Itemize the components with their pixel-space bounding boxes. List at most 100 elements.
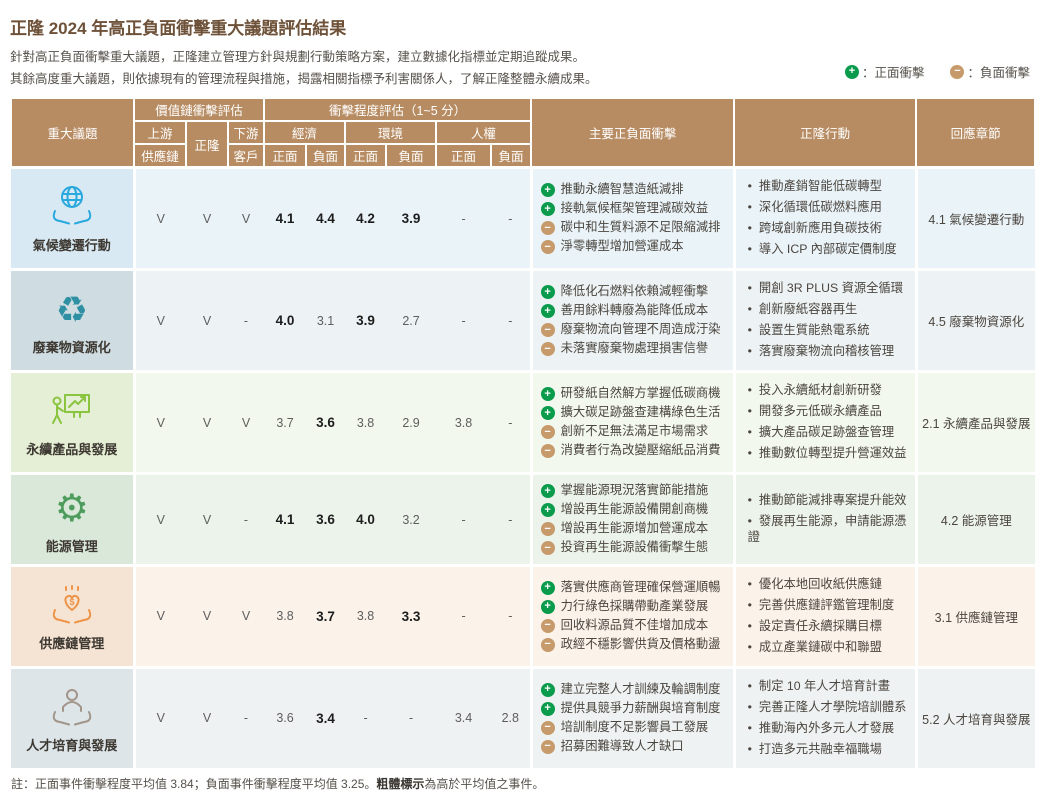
- bullet-icon: •: [748, 598, 752, 612]
- impact-item: + 接軌氣候框架管理減碳效益: [541, 201, 731, 217]
- impacts-cell: +建立完整人才訓練及輪調制度+提供具競爭力薪酬與培育制度−培訓制度不足影響員工發…: [531, 667, 734, 767]
- action-text: 優化本地回收紙供應鏈: [759, 577, 882, 591]
- col-header-impact-scale: 衝擊程度評估（1~5 分）: [264, 98, 531, 121]
- col-header-impacts: 主要正負面衝擊: [531, 98, 734, 168]
- positive-impact-icon: +: [541, 202, 555, 216]
- action-text: 開發多元低碳永續產品: [759, 404, 882, 418]
- action-text: 開創 3R PLUS 資源全循環: [759, 281, 903, 295]
- positive-impact-icon: +: [541, 503, 555, 517]
- impact-text: 廢棄物流向管理不周造成汙染: [561, 322, 721, 338]
- col-header-human-rights-negative: 負面: [491, 144, 531, 168]
- score-human-rights-negative: -: [491, 168, 531, 270]
- impact-item: +增設再生能源設備開創商機: [541, 502, 731, 518]
- score-environment-negative: 2.9: [386, 372, 436, 474]
- impacts-cell: + 落實供應商管理確保營運順暢 + 力行綠色採購帶動產業發展 −回收料源品質不佳增加成本…: [531, 566, 734, 668]
- table-row: ♻ 廢棄物資源化 V V - 4.0 3.1 3.9 2.7 - - +降低化石…: [11, 270, 1035, 372]
- value-chain-downstream-mark: -: [228, 474, 264, 566]
- score-environment-negative: 3.9: [386, 168, 436, 270]
- negative-impact-icon: −: [541, 240, 555, 254]
- impact-text: 增設再生能源增加營運成本: [561, 521, 709, 537]
- negative-impact-icon: −: [541, 444, 555, 458]
- actions-cell: •推動節能減排專案提升能效•發展再生能源，申請能源憑證: [734, 474, 916, 566]
- positive-impact-icon: +: [541, 600, 555, 614]
- action-text: 發展再生能源，申請能源憑證: [748, 514, 907, 544]
- action-item: • 開創 3R PLUS 資源全循環: [748, 281, 913, 297]
- action-text: 推動數位轉型提升營運效益: [759, 446, 907, 460]
- negative-impact-icon: −: [541, 740, 555, 754]
- bullet-icon: •: [748, 221, 752, 235]
- impact-text: 擴大碳足跡盤查建構綠色生活: [561, 405, 721, 421]
- score-economy-positive: 3.6: [264, 667, 306, 767]
- impact-text: 力行綠色採購帶動產業發展: [561, 599, 709, 615]
- col-header-customer: 客戶: [228, 144, 264, 168]
- action-item: •落實廢棄物流向稽核管理: [748, 344, 913, 360]
- impact-text: 掌握能源現況落實節能措施: [561, 483, 709, 499]
- chapter-ref: 5.2 人才培育與發展: [916, 667, 1035, 767]
- action-item: •投入永續紙材創新研發: [748, 383, 913, 399]
- impact-item: +建立完整人才訓練及輪調制度: [541, 682, 731, 698]
- bullet-icon: •: [748, 679, 752, 693]
- impact-item: −回收料源品質不佳增加成本: [541, 618, 731, 634]
- score-environment-positive: 4.0: [345, 474, 386, 566]
- footnote-prefix: 註：正面事件衝擊程度平均值 3.84；負面事件衝擊程度平均值 3.25。: [11, 777, 376, 791]
- action-text: 跨域創新應用負碳技術: [759, 221, 882, 235]
- action-item: •推動海內外多元人才發展: [748, 721, 913, 737]
- topic-cell: 永續產品與發展: [11, 372, 134, 474]
- value-chain-upstream-mark: V: [134, 168, 186, 270]
- bullet-icon: •: [748, 302, 752, 316]
- negative-impact-icon: −: [541, 221, 555, 235]
- footnote-suffix: 為高於平均值之事件。: [424, 777, 544, 791]
- impact-item: −投資再生能源設備衝擊生態: [541, 540, 731, 556]
- action-text: 設定責任永續採購目標: [759, 619, 882, 633]
- action-item: •推動產銷智能低碳轉型: [748, 179, 913, 195]
- score-human-rights-positive: -: [436, 566, 491, 668]
- table-row: 人才培育與發展 V V - 3.6 3.4 - - 3.4 2.8 +建立完整人…: [11, 667, 1035, 767]
- bullet-icon: •: [748, 383, 752, 397]
- chapter-ref: 3.1 供應鏈管理: [916, 566, 1035, 668]
- chapter-ref: 4.2 能源管理: [916, 474, 1035, 566]
- value-chain-company-mark: V: [186, 566, 228, 668]
- col-header-economy-negative: 負面: [306, 144, 345, 168]
- action-item: •創新廢紙容器再生: [748, 302, 913, 318]
- value-chain-upstream-mark: V: [134, 566, 186, 668]
- actions-cell: •開創 3R PLUS 資源全循環•創新廢紙容器再生•設置生質能熱電系統•落實廢…: [734, 270, 916, 372]
- col-header-chapter: 回應章節: [916, 98, 1035, 168]
- col-header-downstream: 下游: [228, 121, 264, 144]
- gear-cycle-icon: ⚙: [11, 485, 133, 533]
- bullet-icon: •: [748, 742, 752, 756]
- impact-item: +掌握能源現況落實節能措施: [541, 483, 731, 499]
- actions-cell: •優化本地回收紙供應鏈•完善供應鏈評鑑管理制度•設定責任永續採購目標•成立產業鏈…: [734, 566, 916, 668]
- action-item: •擴大產品碳足跡盤查管理: [748, 425, 913, 441]
- impact-text: 消費者行為改變壓縮紙品消費: [561, 443, 721, 459]
- impact-item: +研發紙自然解方掌握低碳商機: [541, 386, 731, 402]
- impact-item: +擴大碳足跡盤查建構綠色生活: [541, 405, 731, 421]
- impact-text: 接軌氣候框架管理減碳效益: [561, 201, 709, 217]
- action-text: 推動海內外多元人才發展: [759, 721, 894, 735]
- col-header-economy: 經濟: [264, 121, 345, 144]
- impact-item: −未落實廢棄物處理損害信譽: [541, 341, 731, 357]
- negative-impact-icon: −: [541, 323, 555, 337]
- topic-label: 供應鏈管理: [11, 633, 133, 652]
- impact-item: −創新不足無法滿足市場需求: [541, 424, 731, 440]
- chapter-ref: 4.5 廢棄物資源化: [916, 270, 1035, 372]
- topic-cell: 氣候變遷行動: [11, 168, 134, 270]
- impact-item: + 力行綠色採購帶動產業發展: [541, 599, 731, 615]
- topic-label: 能源管理: [11, 536, 133, 555]
- score-environment-negative: 3.2: [386, 474, 436, 566]
- hands-heart-dollar-icon: $: [11, 582, 133, 630]
- score-human-rights-negative: -: [491, 474, 531, 566]
- value-chain-downstream-mark: V: [228, 168, 264, 270]
- bullet-icon: •: [748, 323, 752, 337]
- table-row: 永續產品與發展 V V V 3.7 3.6 3.8 2.9 3.8 - +研發紙…: [11, 372, 1035, 474]
- bullet-icon: •: [748, 640, 752, 654]
- score-economy-negative: 3.7: [306, 566, 345, 668]
- impact-text: 培訓制度不足影響員工發展: [561, 720, 709, 736]
- bullet-icon: •: [748, 514, 752, 528]
- action-item: •成立產業鏈碳中和聯盟: [748, 640, 913, 656]
- impact-item: −政經不穩影響供貨及價格動盪: [541, 637, 731, 653]
- bullet-icon: •: [748, 281, 752, 295]
- score-economy-positive: 4.1: [264, 474, 306, 566]
- impact-text: 落實供應商管理確保營運順暢: [561, 580, 721, 596]
- legend-positive: + ：正面衝擊: [845, 62, 925, 81]
- col-header-value-chain: 價值鏈衝擊評估: [134, 98, 264, 121]
